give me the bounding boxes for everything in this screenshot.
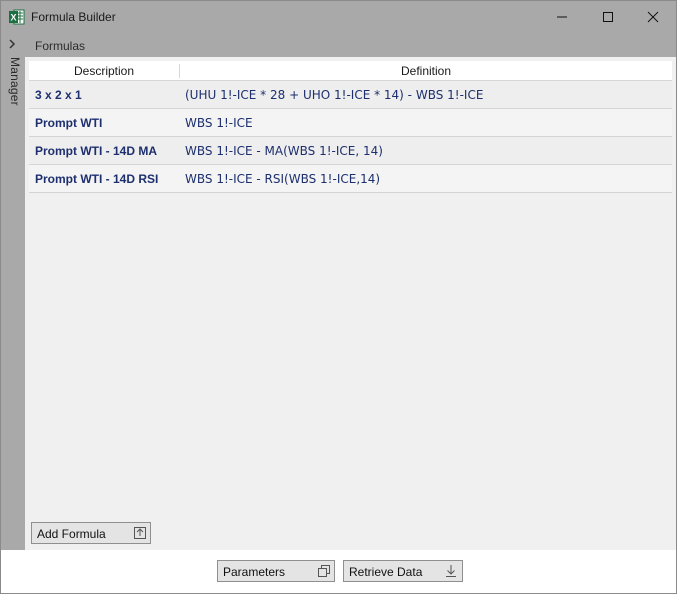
formula-builder-window: X Formula Builder Manager Formulas Descr… <box>0 0 677 594</box>
column-header-description[interactable]: Description <box>29 64 179 78</box>
add-icon <box>134 527 146 539</box>
formulas-title: Formulas <box>35 39 86 53</box>
row-definition[interactable]: WBS 1!-ICE - MA(WBS 1!-ICE, 14) <box>185 144 383 158</box>
table-row[interactable]: 3 x 2 x 1 (UHU 1!-ICE * 28 + UHO 1!-ICE … <box>29 81 672 109</box>
row-description[interactable]: Prompt WTI <box>35 116 102 130</box>
maximize-button[interactable] <box>585 1 631 33</box>
download-icon <box>446 565 456 577</box>
formulas-header: Formulas <box>25 33 676 57</box>
parameters-button[interactable]: Parameters <box>217 560 335 582</box>
grid-header: Description Definition <box>29 61 672 81</box>
add-formula-label: Add Formula <box>37 527 106 541</box>
row-definition[interactable]: WBS 1!-ICE <box>185 116 253 130</box>
close-button[interactable] <box>630 1 676 33</box>
minimize-button[interactable] <box>539 1 585 33</box>
window-title: Formula Builder <box>31 10 116 24</box>
svg-text:X: X <box>10 13 16 23</box>
add-formula-button[interactable]: Add Formula <box>31 522 151 544</box>
retrieve-data-label: Retrieve Data <box>349 565 423 579</box>
chevron-right-icon[interactable] <box>8 39 16 49</box>
retrieve-data-button[interactable]: Retrieve Data <box>343 560 463 582</box>
row-description[interactable]: 3 x 2 x 1 <box>35 88 82 102</box>
parameters-label: Parameters <box>223 565 286 579</box>
column-header-definition[interactable]: Definition <box>179 64 672 78</box>
formulas-grid: Description Definition 3 x 2 x 1 (UHU 1!… <box>29 61 672 193</box>
manager-tab-label: Manager <box>8 57 22 106</box>
row-description[interactable]: Prompt WTI - 14D MA <box>35 144 157 158</box>
formulas-panel: Description Definition 3 x 2 x 1 (UHU 1!… <box>25 57 676 550</box>
table-row[interactable]: Prompt WTI - 14D RSI WBS 1!-ICE - RSI(WB… <box>29 165 672 193</box>
restore-window-icon <box>318 565 330 577</box>
maximize-icon <box>603 12 613 22</box>
close-icon <box>647 11 659 23</box>
row-description[interactable]: Prompt WTI - 14D RSI <box>35 172 158 186</box>
table-row[interactable]: Prompt WTI WBS 1!-ICE <box>29 109 672 137</box>
excel-icon: X <box>9 9 25 25</box>
minimize-icon <box>557 16 567 18</box>
row-definition[interactable]: (UHU 1!-ICE * 28 + UHO 1!-ICE * 14) - WB… <box>185 88 483 102</box>
manager-side-tab[interactable]: Manager <box>1 33 25 550</box>
table-row[interactable]: Prompt WTI - 14D MA WBS 1!-ICE - MA(WBS … <box>29 137 672 165</box>
row-definition[interactable]: WBS 1!-ICE - RSI(WBS 1!-ICE,14) <box>185 172 380 186</box>
title-bar[interactable]: X Formula Builder <box>1 1 676 33</box>
